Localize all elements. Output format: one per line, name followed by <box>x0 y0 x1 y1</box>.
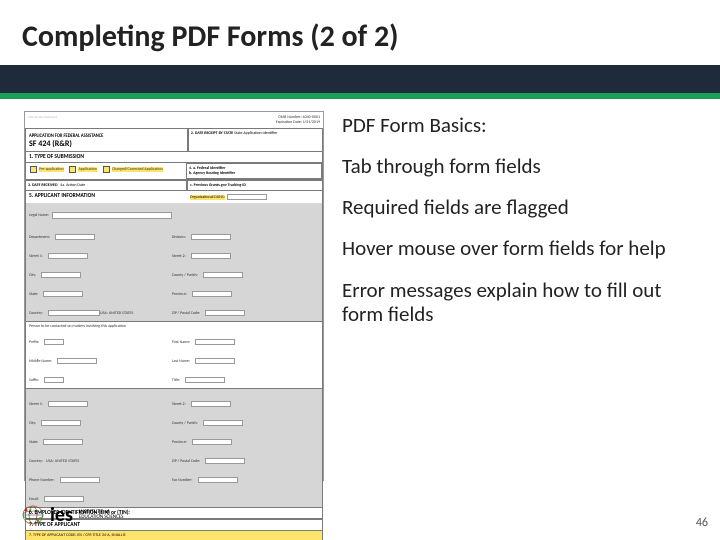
slide-title: Completing PDF Forms (2 of 2) <box>22 18 698 55</box>
bullet-1: Tab through form fields <box>342 154 696 178</box>
section-2: 2. DATE RECEIPT BY STATE <box>191 131 233 136</box>
logo-sub2: EDUCATION SCIENCES <box>79 515 124 520</box>
title-bar: Completing PDF Forms (2 of 2) <box>0 0 720 65</box>
bullet-2: Required fields are flagged <box>342 195 696 219</box>
content-row: View Burden Statement OMB Number: 4040-0… <box>0 99 720 481</box>
form-watermark: View Burden Statement <box>28 115 57 125</box>
section-3: 3. DATE RECEIVED <box>28 183 58 188</box>
logo-ies: ies <box>50 505 73 525</box>
text-column: PDF Form Basics: Tab through form fields… <box>342 111 696 481</box>
divider-dark <box>0 65 720 93</box>
state-app-id: State Application Identifier <box>234 131 277 136</box>
slide: Completing PDF Forms (2 of 2) View Burde… <box>0 0 720 540</box>
expiration-date: Expiration Date: 1/31/2019 <box>276 120 320 125</box>
form-number: SF 424 (R&R) <box>29 139 72 149</box>
bullet-4: Error messages explain how to fill out f… <box>342 278 696 326</box>
bullet-heading: PDF Form Basics: <box>342 113 696 137</box>
section-1: 1. TYPE OF SUBMISSION <box>26 152 322 163</box>
page-number: 46 <box>696 516 708 530</box>
form-thumbnail: View Burden Statement OMB Number: 4040-0… <box>24 111 324 481</box>
ies-logo: ies INSTITUTE of EDUCATION SCIENCES <box>20 504 123 526</box>
section-5: 5. APPLICANT INFORMATION <box>26 191 188 203</box>
bullet-3: Hover mouse over form fields for help <box>342 236 696 260</box>
globe-icon <box>20 504 46 526</box>
